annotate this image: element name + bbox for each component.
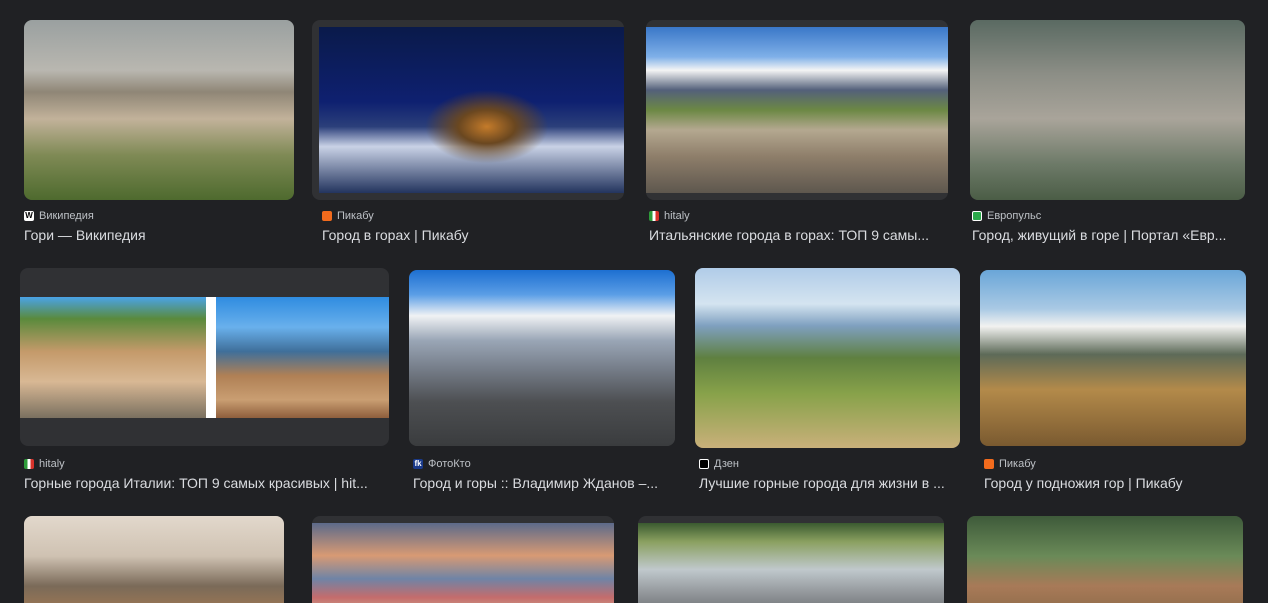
- result-thumbnail[interactable]: [970, 20, 1245, 200]
- thumbnail-image: [24, 20, 294, 200]
- hitaly-icon: [649, 211, 659, 221]
- result-title[interactable]: Город и горы :: Владимир Жданов –...: [413, 475, 671, 491]
- result-thumbnail[interactable]: [312, 516, 614, 603]
- result-source[interactable]: W Википедия: [24, 210, 94, 222]
- thumbnail-image: [695, 268, 960, 448]
- result-source[interactable]: Дзен: [699, 458, 739, 470]
- source-name: Пикабу: [999, 458, 1036, 470]
- thumbnail-image: [20, 297, 389, 418]
- thumbnail-image: [638, 523, 944, 603]
- thumbnail-image: [409, 270, 675, 446]
- source-name: Википедия: [39, 210, 94, 222]
- thumbnail-image: [980, 270, 1246, 446]
- result-thumbnail[interactable]: [24, 516, 284, 603]
- dzen-icon: [699, 459, 709, 469]
- result-source[interactable]: Пикабу: [322, 210, 374, 222]
- source-name: hitaly: [664, 210, 690, 222]
- source-name: ФотоКто: [428, 458, 471, 470]
- source-name: hitaly: [39, 458, 65, 470]
- source-name: Дзен: [714, 458, 739, 470]
- result-title[interactable]: Гори — Википедия: [24, 227, 294, 243]
- source-name: Европульс: [987, 210, 1042, 222]
- result-source[interactable]: hitaly: [649, 210, 690, 222]
- pikabu-icon: [322, 211, 332, 221]
- europulse-icon: [972, 211, 982, 221]
- thumbnail-image: [970, 20, 1245, 200]
- result-title[interactable]: Лучшие горные города для жизни в ...: [699, 475, 957, 491]
- result-thumbnail[interactable]: [24, 20, 294, 200]
- hitaly-icon: [24, 459, 34, 469]
- result-thumbnail[interactable]: [695, 268, 960, 448]
- fotokto-icon: fk: [413, 459, 423, 469]
- result-title[interactable]: Город, живущий в горе | Портал «Евр...: [972, 227, 1242, 243]
- result-thumbnail[interactable]: [409, 270, 675, 446]
- result-source[interactable]: hitaly: [24, 458, 65, 470]
- result-title[interactable]: Город у подножия гор | Пикабу: [984, 475, 1242, 491]
- result-thumbnail[interactable]: [646, 20, 948, 200]
- result-source[interactable]: Европульс: [972, 210, 1041, 222]
- result-thumbnail[interactable]: [980, 270, 1246, 446]
- thumbnail-image: [312, 523, 614, 603]
- thumbnail-image: [24, 516, 284, 603]
- result-thumbnail[interactable]: [967, 516, 1243, 603]
- result-source[interactable]: Пикабу: [984, 458, 1036, 470]
- wikipedia-icon: W: [24, 211, 34, 221]
- thumbnail-image: [967, 516, 1243, 603]
- result-thumbnail[interactable]: [20, 268, 389, 446]
- result-thumbnail[interactable]: [312, 20, 624, 200]
- thumbnail-image: [646, 27, 948, 193]
- result-title[interactable]: Итальянские города в горах: ТОП 9 самы..…: [649, 227, 944, 243]
- result-title[interactable]: Горные города Италии: ТОП 9 самых красив…: [24, 475, 382, 491]
- thumbnail-image: [319, 27, 624, 193]
- result-title[interactable]: Город в горах | Пикабу: [322, 227, 622, 243]
- source-name: Пикабу: [337, 210, 374, 222]
- result-source[interactable]: fk ФотоКто: [413, 458, 471, 470]
- result-thumbnail[interactable]: [638, 516, 944, 603]
- pikabu-icon: [984, 459, 994, 469]
